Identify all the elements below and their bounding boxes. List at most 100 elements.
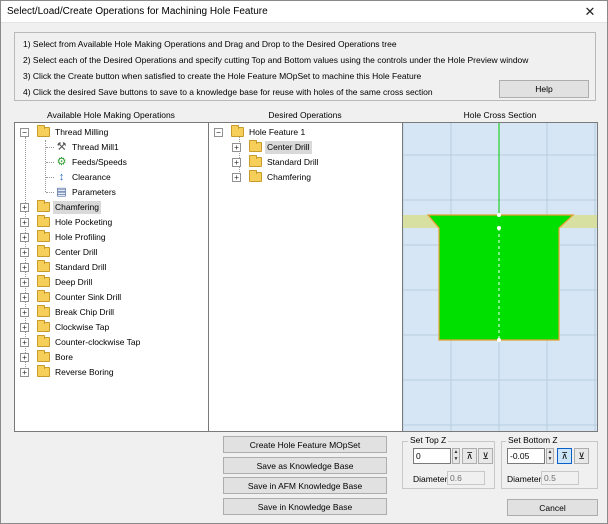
tree-node-desired-chamfering[interactable]: + Chamfering [209,170,399,185]
spin-down-icon[interactable]: ▼ [547,456,553,463]
bottom-diameter-label: Diameter: [507,474,544,484]
tree-node-thread-milling[interactable]: − Thread Milling [15,125,205,140]
expand-icon[interactable]: + [20,323,29,332]
spin-up-icon[interactable]: ▲ [453,449,459,456]
save-in-knowledge-base-button[interactable]: Save in Knowledge Base [223,498,387,515]
tree-node-label: Standard Drill [267,157,319,167]
expand-icon[interactable]: + [232,173,241,182]
folder-icon [37,200,50,212]
collapse-icon[interactable]: − [214,128,223,137]
tree-node-label: Clearance [72,172,111,182]
tree-node-label: Counter Sink Drill [55,292,122,302]
top-z-spinner[interactable]: ▲ ▼ [452,448,460,464]
close-icon[interactable]: ✕ [577,3,603,21]
hole-profile [426,214,575,341]
top-z-marker[interactable] [497,213,501,217]
hole-cross-section-svg [403,123,597,431]
bottom-z-snap-down-icon[interactable]: ⊻ [574,448,589,464]
tree-node-label: Break Chip Drill [55,307,115,317]
tree-node-bore[interactable]: + Bore [15,350,205,365]
tree-node-desired-standard-drill[interactable]: + Standard Drill [209,155,399,170]
tree-node-center-drill[interactable]: + Center Drill [15,245,205,260]
tree-node-chamfering[interactable]: + Chamfering [15,200,205,215]
top-z-input[interactable]: 0 [413,448,451,464]
tree-node-clearance[interactable]: ↕ Clearance [15,170,205,185]
expand-icon[interactable]: + [20,203,29,212]
folder-icon [37,305,50,317]
top-z-snap-up-icon[interactable]: ⊼ [462,448,477,464]
tree-node-label: Thread Mill1 [72,142,119,152]
tree-node-label: Counter-clockwise Tap [55,337,141,347]
expand-icon[interactable]: + [20,248,29,257]
tree-node-label: Reverse Boring [55,367,114,377]
expand-icon[interactable]: + [20,263,29,272]
expand-icon[interactable]: + [20,293,29,302]
expand-icon[interactable]: + [232,143,241,152]
bottom-diameter-value: 0.5 [541,471,579,485]
folder-icon [37,320,50,332]
save-afm-knowledge-base-button[interactable]: Save in AFM Knowledge Base [223,477,387,494]
expand-icon[interactable]: + [232,158,241,167]
bottom-z-snap-up-icon[interactable]: ⊼ [557,448,572,464]
bottom-z-marker[interactable] [497,338,501,342]
bottom-z-spinner[interactable]: ▲ ▼ [546,448,554,464]
expand-icon[interactable]: + [20,233,29,242]
clearance-icon: ↕ [58,171,65,183]
expand-icon[interactable]: + [20,218,29,227]
folder-icon [249,170,262,182]
bottom-z-input[interactable]: -0.05 [507,448,545,464]
available-operations-header: Available Hole Making Operations [47,110,175,120]
tree-node-deep-drill[interactable]: + Deep Drill [15,275,205,290]
help-button[interactable]: Help [499,80,589,98]
tree-node-counter-sink-drill[interactable]: + Counter Sink Drill [15,290,205,305]
tree-node-label: Feeds/Speeds [72,157,127,167]
feeds-icon: ⚙ [56,156,67,168]
folder-icon [37,230,50,242]
hole-cross-section-view[interactable] [402,122,598,432]
top-diameter-label: Diameter: [413,474,450,484]
tree-node-label: Center Drill [265,141,312,154]
folder-icon [249,155,262,167]
tree-node-standard-drill[interactable]: + Standard Drill [15,260,205,275]
top-diameter-value: 0.6 [447,471,485,485]
parameters-icon: ▤ [56,186,67,198]
spin-down-icon[interactable]: ▼ [453,456,459,463]
expand-icon[interactable]: + [20,368,29,377]
folder-icon [37,290,50,302]
tree-node-hole-pocketing[interactable]: + Hole Pocketing [15,215,205,230]
instruction-line-1: 1) Select from Available Hole Making Ope… [23,39,397,49]
expand-icon[interactable]: + [20,353,29,362]
tree-node-label: Chamfering [53,201,101,214]
folder-icon [37,365,50,377]
tree-node-label: Bore [55,352,73,362]
tree-node-clockwise-tap[interactable]: + Clockwise Tap [15,320,205,335]
spin-up-icon[interactable]: ▲ [547,449,553,456]
tree-node-reverse-boring[interactable]: + Reverse Boring [15,365,205,380]
create-hole-feature-button[interactable]: Create Hole Feature MOpSet [223,436,387,453]
desired-operations-tree[interactable]: − Hole Feature 1 + Center Drill + Standa… [208,122,403,432]
folder-icon [37,215,50,227]
collapse-icon[interactable]: − [20,128,29,137]
expand-icon[interactable]: + [20,338,29,347]
dialog-window: Select/Load/Create Operations for Machin… [0,0,608,524]
available-operations-tree[interactable]: − Thread Milling ⚒ Thread Mill1 ⚙ Feeds/… [14,122,209,432]
tree-node-parameters[interactable]: ▤ Parameters [15,185,205,200]
tree-node-thread-mill1[interactable]: ⚒ Thread Mill1 [15,140,205,155]
tree-node-hole-profiling[interactable]: + Hole Profiling [15,230,205,245]
chamfer-marker[interactable] [497,226,501,230]
save-knowledge-base-button[interactable]: Save as Knowledge Base [223,457,387,474]
expand-icon[interactable]: + [20,308,29,317]
tree-node-break-chip-drill[interactable]: + Break Chip Drill [15,305,205,320]
top-z-snap-down-icon[interactable]: ⊻ [478,448,493,464]
folder-icon [249,140,262,152]
cancel-button[interactable]: Cancel [507,499,598,516]
tree-node-feeds-speeds[interactable]: ⚙ Feeds/Speeds [15,155,205,170]
expand-icon[interactable]: + [20,278,29,287]
tree-node-desired-center-drill[interactable]: + Center Drill [209,140,399,155]
tool-icon: ⚒ [56,141,67,153]
folder-icon [231,125,244,137]
tree-node-hole-feature-1[interactable]: − Hole Feature 1 [209,125,399,140]
tree-node-label: Deep Drill [55,277,93,287]
tree-node-counter-clockwise-tap[interactable]: + Counter-clockwise Tap [15,335,205,350]
set-top-z-label: Set Top Z [408,435,449,445]
